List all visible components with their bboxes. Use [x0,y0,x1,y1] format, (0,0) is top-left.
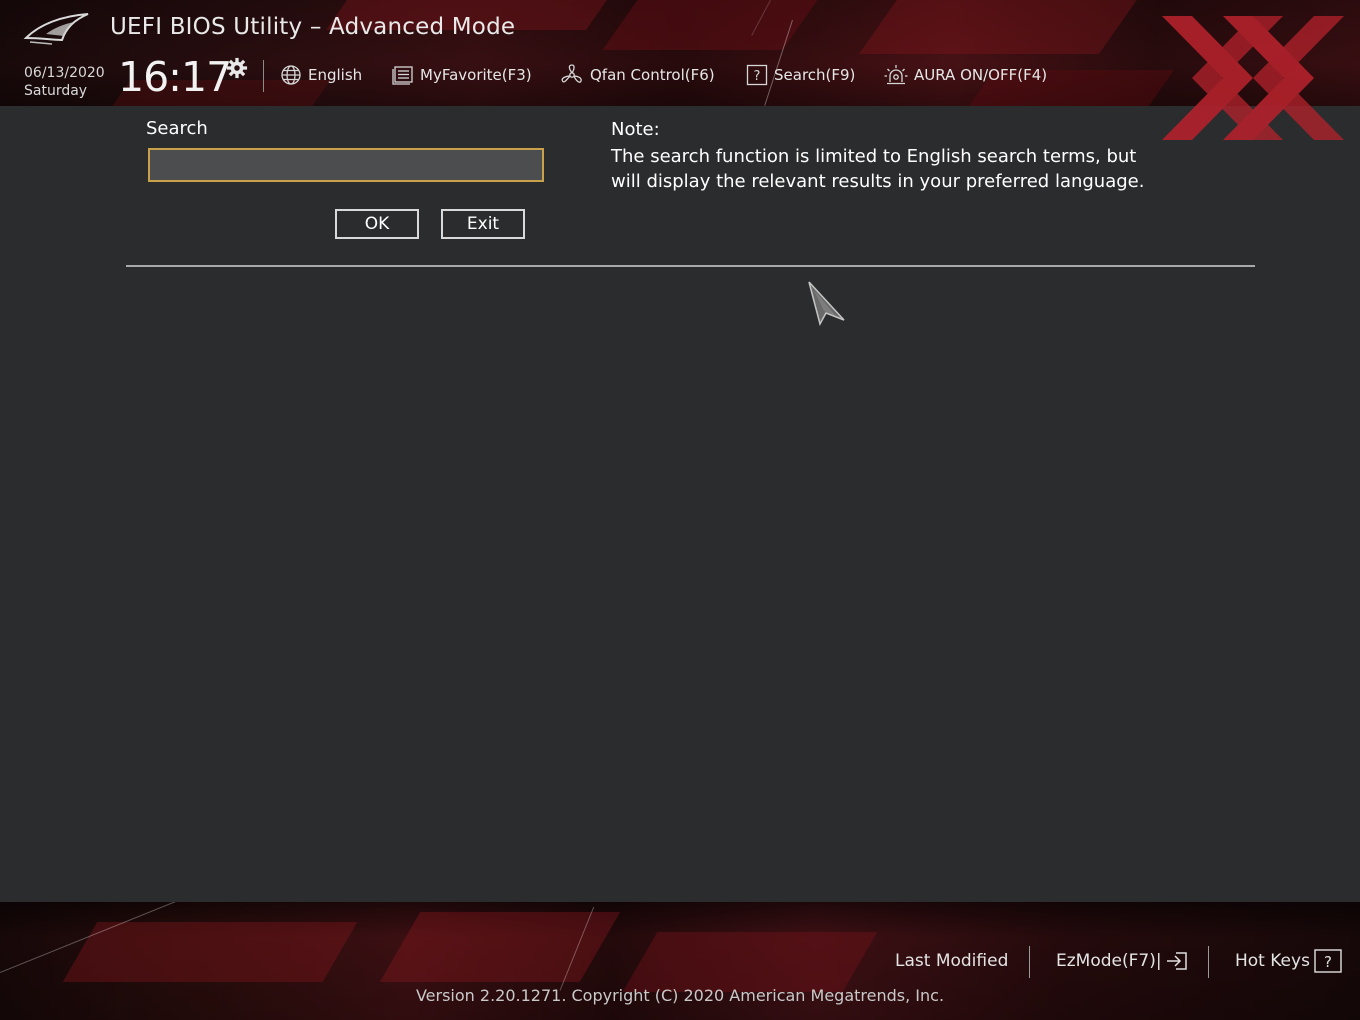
qfan-control-button[interactable]: Qfan Control(F6) [560,62,715,88]
question-box-icon: ? [746,64,768,86]
footer-decor [379,912,621,982]
header-decor [858,0,1142,54]
globe-icon [281,65,301,85]
svg-text:?: ? [1324,953,1332,971]
footer-decor [622,932,878,992]
fan-icon [561,64,582,83]
svg-text:?: ? [754,69,761,84]
last-modified-label: Last Modified [895,951,1009,971]
language-label: English [308,66,363,84]
rog-eye-icon [23,13,89,45]
my-favorite-label: MyFavorite(F3) [420,66,532,84]
ezmode-label: EzMode(F7)| [1056,951,1162,971]
aura-label: AURA ON/OFF(F4) [914,66,1048,84]
footer-separator [1208,946,1209,978]
clock-time: 16:17 [118,53,232,101]
my-favorite-button[interactable]: MyFavorite(F3) [392,62,532,88]
exit-arrow-icon [1166,952,1187,970]
footer-decor [62,922,358,982]
app-title: UEFI BIOS Utility – Advanced Mode [110,14,516,40]
note-title: Note: [611,119,660,140]
version-text: Version 2.20.1271. Copyright (C) 2020 Am… [415,986,945,1005]
ok-button[interactable]: OK [335,209,419,239]
date-display: 06/13/2020 Saturday [24,64,105,100]
language-button[interactable]: English [280,62,362,88]
top-bar: UEFI BIOS Utility – Advanced Mode 06/13/… [0,0,1360,106]
header-separator [263,60,264,92]
search-label-toolbar: Search(F9) [774,66,856,84]
mouse-pointer-icon [808,281,845,326]
date-text: 06/13/2020 [24,65,105,81]
footer-separator [1029,946,1030,978]
search-field-label: Search [146,118,208,139]
hot-keys-label: Hot Keys [1235,951,1310,971]
hot-keys-button[interactable]: Hot Keys ? [1235,948,1342,974]
note-body: The search function is limited to Englis… [611,146,1145,192]
weekday-text: Saturday [24,83,88,99]
question-box-icon: ? [1314,949,1342,973]
ezmode-button[interactable]: EzMode(F7)| [1056,948,1188,974]
xx-watermark-logo [1162,16,1344,140]
search-button[interactable]: ? Search(F9) [746,62,855,88]
bottom-bar: Last Modified EzMode(F7)| Hot Keys ? Ver… [0,902,1360,1020]
list-icon [392,66,413,85]
results-divider [126,265,1255,267]
aura-toggle-button[interactable]: AURA ON/OFF(F4) [884,62,1047,88]
qfan-control-label: Qfan Control(F6) [590,66,715,84]
gear-icon[interactable] [226,57,248,79]
bios-screen: UEFI BIOS Utility – Advanced Mode 06/13/… [0,0,1360,1020]
exit-button[interactable]: Exit [441,209,525,239]
last-modified-button[interactable]: Last Modified [895,948,1008,974]
search-input[interactable] [148,148,544,182]
light-icon [884,65,908,85]
